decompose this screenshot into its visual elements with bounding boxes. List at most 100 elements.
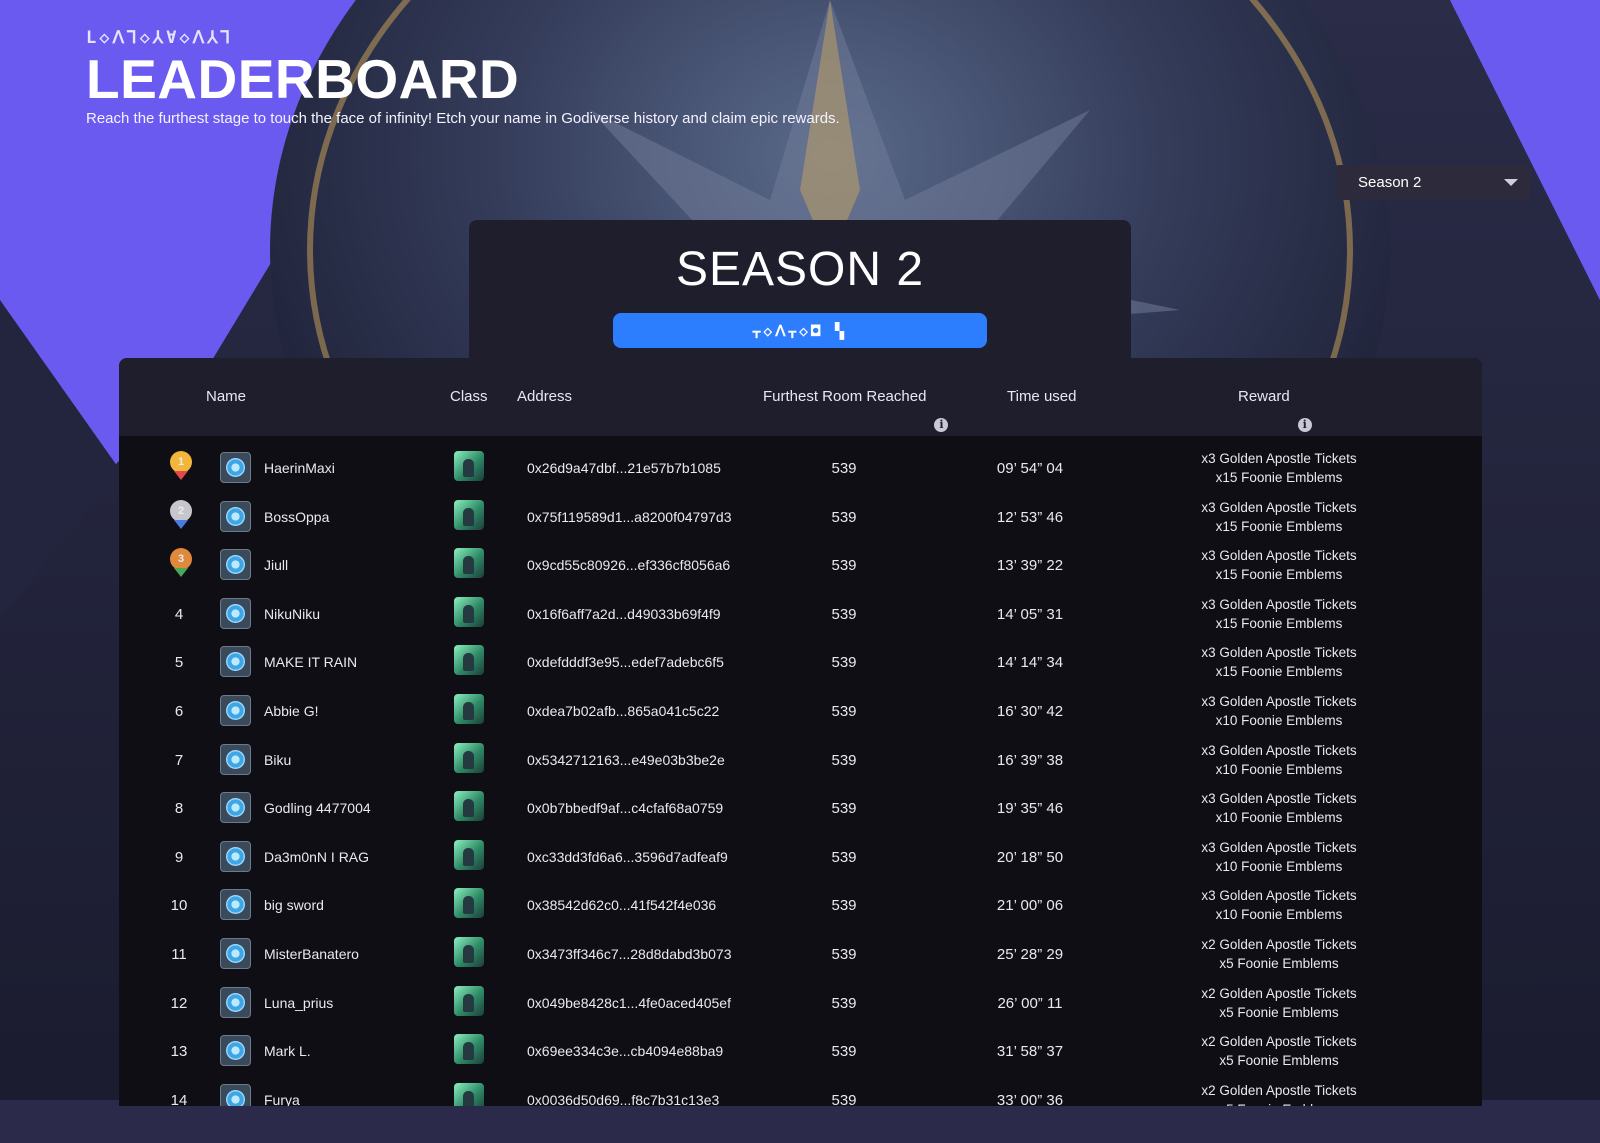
class-icon [454, 888, 484, 919]
reward: x3 Golden Apostle Tickets x15 Foonie Emb… [1179, 595, 1379, 633]
player-name[interactable]: Biku [264, 752, 291, 768]
player-name[interactable]: Luna_prius [264, 995, 333, 1011]
class-icon [454, 985, 484, 1016]
wallet-address[interactable]: 0x0b7bbedf9af...c4cfaf68a0759 [527, 800, 723, 816]
furthest-room: 539 [831, 800, 857, 818]
rank: 5 [174, 654, 184, 672]
furthest-room: 539 [831, 1091, 857, 1106]
table-row[interactable]: 8 Godling 4477004 0x0b7bbedf9af...c4cfaf… [119, 784, 1482, 832]
reward-tickets: x3 Golden Apostle Tickets [1201, 451, 1357, 466]
info-icon[interactable]: i [1297, 418, 1312, 432]
column-room: Furthest Room Reached [763, 388, 927, 405]
table-row[interactable]: 5 MAKE IT RAIN 0xdefdddf3e95...edef7adeb… [119, 638, 1482, 686]
wallet-address[interactable]: 0x26d9a47dbf...21e57b7b1085 [527, 460, 721, 476]
wallet-address[interactable]: 0x5342712163...e49e03b3be2e [527, 752, 725, 768]
page-header: L◇ᐱ⅂◇⅄Ɐ◇ᐱ⅄⅂ LEADERBOARD Reach the furthe… [86, 28, 840, 127]
furthest-room: 539 [831, 897, 857, 915]
furthest-room: 539 [831, 751, 857, 769]
rank: 4 [174, 605, 184, 623]
class-icon [454, 1082, 484, 1106]
info-icon[interactable]: i [934, 418, 949, 432]
time-used: 26’ 00” 11 [997, 994, 1063, 1012]
furthest-room: 539 [831, 994, 857, 1012]
medal-ribbon [174, 471, 188, 480]
table-row[interactable]: 1 HaerinMaxi 0x26d9a47dbf...21e57b7b1085… [119, 444, 1482, 492]
table-row[interactable]: 14 Furya 0x0036d50d69...f8c7b31c13e3 539… [119, 1076, 1482, 1106]
reward: x3 Golden Apostle Tickets x15 Foonie Emb… [1179, 546, 1379, 584]
season-select[interactable]: Season 2 [1336, 165, 1530, 200]
table-row[interactable]: 11 MisterBanatero 0x3473ff346c7...28d8da… [119, 930, 1482, 978]
class-icon [454, 596, 484, 627]
player-name[interactable]: Abbie G! [264, 703, 318, 719]
rank: 10 [170, 897, 188, 915]
wallet-address[interactable]: 0x0036d50d69...f8c7b31c13e3 [527, 1092, 719, 1106]
time-used: 21’ 00” 06 [996, 897, 1064, 915]
player-name[interactable]: Mark L. [264, 1043, 311, 1059]
player-name[interactable]: Jiull [264, 557, 288, 573]
avatar [220, 500, 251, 532]
time-used: 09’ 54” 04 [996, 460, 1064, 477]
reward-emblems: x15 Foonie Emblems [1215, 518, 1343, 534]
table-header: Name Class Address Furthest Room Reached… [119, 358, 1482, 436]
wallet-address[interactable]: 0x9cd55c80926...ef336cf8056a6 [527, 557, 730, 573]
furthest-room: 539 [831, 654, 857, 672]
time-used: 19’ 35” 46 [996, 800, 1064, 818]
wallet-address[interactable]: 0x69ee334c3e...cb4094e88ba9 [527, 1043, 723, 1059]
table-row[interactable]: 6 Abbie G! 0xdea7b02afb...865a041c5c22 5… [119, 687, 1482, 735]
rank: 7 [174, 751, 184, 769]
wallet-address[interactable]: 0x049be8428c1...4fe0aced405ef [527, 995, 731, 1011]
column-address: Address [517, 388, 573, 405]
table-row[interactable]: 7 Biku 0x5342712163...e49e03b3be2e 539 1… [119, 736, 1482, 784]
furthest-room: 539 [831, 848, 857, 866]
wallet-address[interactable]: 0x3473ff346c7...28d8dabd3b073 [527, 946, 732, 962]
table-row[interactable]: 2 BossOppa 0x75f119589d1...a8200f04797d3… [119, 493, 1482, 541]
gold-medal-icon: 1 [170, 451, 192, 485]
table-row[interactable]: 12 Luna_prius 0x049be8428c1...4fe0aced40… [119, 979, 1482, 1027]
table-row[interactable]: 3 Jiull 0x9cd55c80926...ef336cf8056a6 53… [119, 541, 1482, 589]
wallet-address[interactable]: 0x38542d62c0...41f542f4e036 [527, 897, 716, 913]
reward: x2 Golden Apostle Tickets x5 Foonie Embl… [1179, 1081, 1379, 1106]
table-row[interactable]: 9 Da3m0nN I RAG 0xc33dd3fd6a6...3596d7ad… [119, 833, 1482, 881]
reward-tickets: x2 Golden Apostle Tickets [1201, 1034, 1357, 1050]
medal-rank: 3 [170, 548, 192, 571]
time-used: 14’ 05” 31 [996, 605, 1064, 623]
avatar [220, 1035, 251, 1067]
player-name[interactable]: Furya [264, 1092, 300, 1106]
wallet-address[interactable]: 0x75f119589d1...a8200f04797d3 [527, 509, 732, 525]
player-name[interactable]: big sword [264, 897, 324, 913]
avatar [220, 452, 251, 483]
player-name[interactable]: Da3m0nN I RAG [264, 849, 369, 865]
table-row[interactable]: 10 big sword 0x38542d62c0...41f542f4e036… [119, 881, 1482, 929]
avatar [220, 597, 251, 629]
chevron-down-icon [1504, 179, 1518, 186]
player-name[interactable]: MAKE IT RAIN [264, 654, 357, 670]
reward: x3 Golden Apostle Tickets x10 Foonie Emb… [1179, 886, 1379, 924]
class-icon [454, 451, 484, 481]
player-name[interactable]: BossOppa [264, 509, 329, 525]
reward-emblems: x10 Foonie Emblems [1215, 858, 1343, 874]
reward-tickets: x3 Golden Apostle Tickets [1201, 596, 1357, 612]
medal-rank: 2 [170, 499, 192, 522]
player-name[interactable]: MisterBanatero [264, 946, 359, 962]
class-icon [454, 937, 484, 967]
table-row[interactable]: 4 NikuNiku 0x16f6aff7a2d...d49033b69f4f9… [119, 590, 1482, 638]
player-name[interactable]: HaerinMaxi [264, 460, 335, 476]
player-name[interactable]: NikuNiku [264, 606, 320, 622]
wallet-address[interactable]: 0x16f6aff7a2d...d49033b69f4f9 [527, 606, 721, 622]
wallet-address[interactable]: 0xdea7b02afb...865a041c5c22 [527, 703, 719, 719]
reward-emblems: x10 Foonie Emblems [1215, 810, 1343, 826]
furthest-room: 539 [831, 460, 857, 477]
table-row[interactable]: 13 Mark L. 0x69ee334c3e...cb4094e88ba9 5… [119, 1027, 1482, 1075]
avatar [220, 549, 251, 581]
avatar [220, 889, 251, 921]
season-glyph-pill: ᚁ◇ᐱᚁ◇◘ ▚ [613, 313, 987, 348]
player-name[interactable]: Godling 4477004 [264, 800, 371, 816]
reward-tickets: x3 Golden Apostle Tickets [1201, 645, 1357, 661]
reward-emblems: x10 Foonie Emblems [1215, 907, 1343, 923]
class-icon [454, 548, 484, 579]
wallet-address[interactable]: 0xdefdddf3e95...edef7adebc6f5 [527, 654, 724, 670]
wallet-address[interactable]: 0xc33dd3fd6a6...3596d7adfeaf9 [527, 849, 728, 865]
column-reward-header: Reward i [1238, 388, 1312, 432]
time-used: 31’ 58” 37 [996, 1043, 1064, 1061]
avatar [220, 1083, 251, 1106]
